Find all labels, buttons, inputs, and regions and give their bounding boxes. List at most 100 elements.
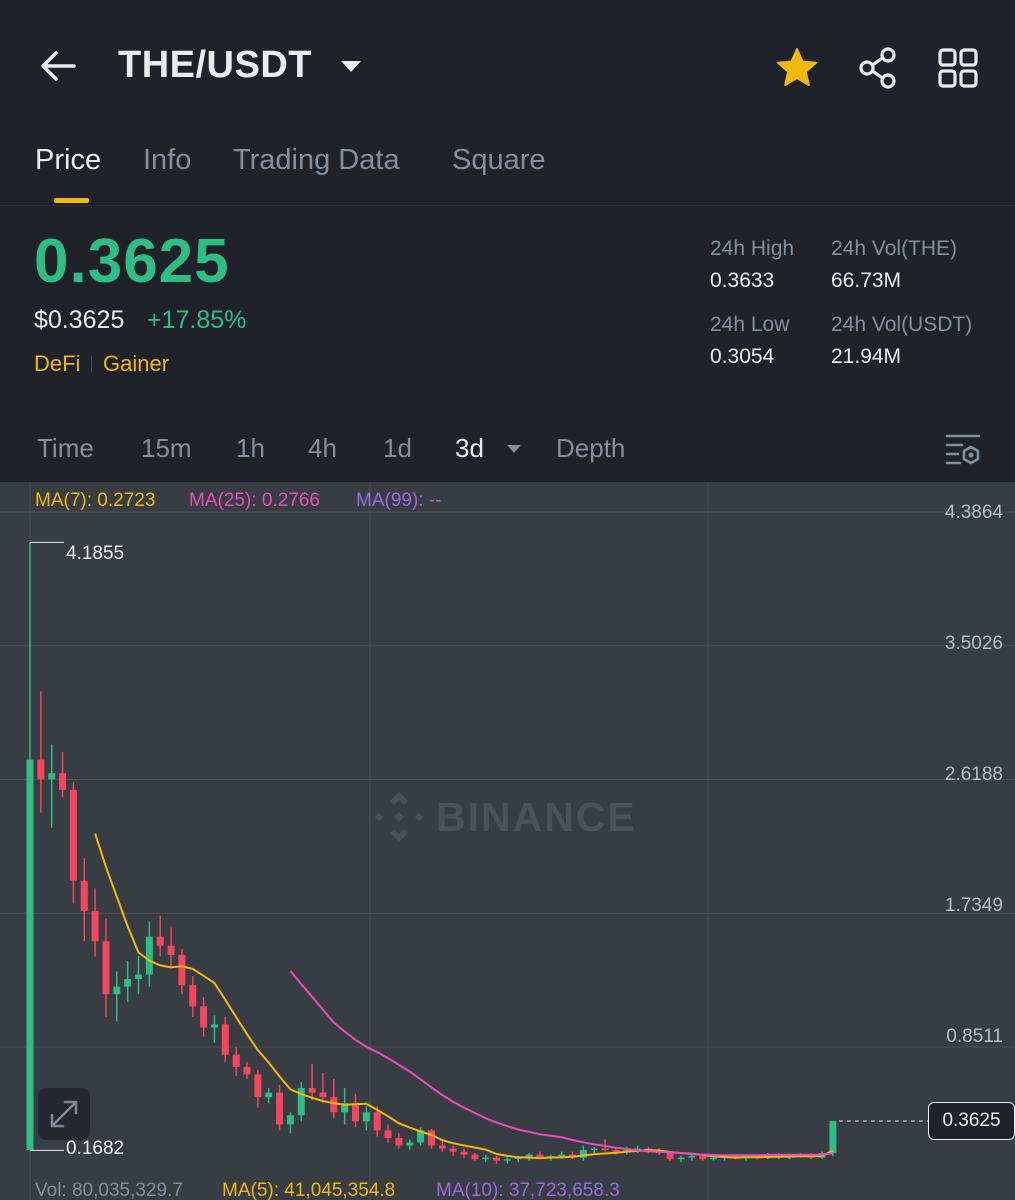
candle-body [135,974,142,980]
active-tab-indicator [54,198,89,203]
candle-body [210,1024,218,1028]
candle-body [254,1074,262,1098]
header: THE/USDT [0,0,1015,130]
vol-quote-label: 24h Vol(USDT) [831,313,973,336]
candle-body [69,789,77,881]
y-tick-label: 3.5026 [944,633,1003,654]
tab-info[interactable]: Info [143,144,191,177]
candle-body [406,1142,414,1146]
candle-body [699,1156,707,1160]
high-marker-label: 4.1855 [66,543,125,564]
interval-1d[interactable]: 1d [383,433,412,464]
candle-body [666,1153,674,1160]
candle-body [265,1092,273,1098]
binance-watermark: BINANCE [370,788,660,846]
price-usd: $0.3625 [34,306,125,334]
vol-ma10-legend: MA(10): 37,723,658.3 [436,1180,620,1200]
vol-base-label: 24h Vol(THE) [831,237,958,260]
watermark-text: BINANCE [436,794,637,840]
tab-trading-data[interactable]: Trading Data [233,144,400,177]
y-tick-label: 2.6188 [944,764,1003,785]
ma25-line [289,970,834,1157]
candle-body [710,1157,718,1160]
vol-quote-value: 21.94M [831,345,902,368]
candle-body [167,945,175,955]
candle-body [471,1154,479,1160]
low-value: 0.3054 [710,345,775,368]
candle-body [91,910,99,942]
chevron-down-icon[interactable] [338,56,364,76]
price-change: +17.85% [147,306,247,334]
ma7-legend: MA(7): 0.2723 [35,490,156,511]
interval-1h[interactable]: 1h [236,433,265,464]
candle-body [449,1148,457,1152]
candle-body [189,985,197,1007]
candle-body [145,936,153,975]
high-label: 24h High [710,237,795,260]
candle-body [352,1103,359,1122]
candle-body [612,1150,620,1152]
candle-body [601,1148,609,1151]
interval-depth[interactable]: Depth [556,433,625,464]
tag-gainer[interactable]: Gainer [103,351,169,377]
vol-legend: Vol: 80,035,329.7 [35,1180,183,1200]
candle-body [37,759,45,780]
current-price-label: 0.3625 [928,1102,1015,1140]
candle-body [178,954,186,986]
tab-price[interactable]: Price [35,144,101,177]
candle-body [688,1156,696,1158]
tag-defi[interactable]: DeFi [34,351,80,377]
candle-body [102,941,110,995]
interval-3d[interactable]: 3d [455,433,484,464]
candle-body [276,1092,284,1125]
candle-body [558,1154,566,1157]
candle-body [113,986,121,995]
vol-base-value: 66.73M [831,269,902,292]
star-icon[interactable] [774,46,820,90]
share-icon[interactable] [856,46,900,90]
low-label: 24h Low [710,313,790,336]
expand-icon[interactable] [38,1088,90,1140]
high-value: 0.3633 [710,269,775,292]
candle-body [427,1130,435,1146]
grid-icon[interactable] [936,46,980,90]
candle-body [362,1112,370,1122]
candlestick-chart[interactable]: BINANCE MA(7): 0.2723 MA(25): 0.2766 MA(… [0,482,1015,1200]
candle-body [80,880,88,911]
chevron-down-icon[interactable] [505,442,523,454]
chart-settings-icon[interactable] [944,430,982,468]
tab-bar: Price Info Trading Data Square [0,130,1015,206]
last-price: 0.3625 [34,227,230,296]
candle-body [232,1054,240,1067]
candle-body [59,773,67,790]
candle-body [482,1157,490,1160]
ma99-legend: MA(99): -- [356,490,442,511]
candle-body [438,1145,446,1149]
candle-body [829,1120,837,1154]
vol-ma5-legend: MA(5): 41,045,354.8 [222,1180,396,1200]
ma7-line [94,833,834,1160]
candle-body [395,1137,403,1146]
y-tick-label: 0.8511 [946,1026,1003,1047]
candle-body [221,1024,229,1055]
candle-body [503,1159,511,1161]
tag-divider [91,356,92,372]
interval-15m[interactable]: 15m [141,433,192,464]
candle-body [319,1092,327,1098]
interval-bar: Time 15m 1h 4h 1d 3d Depth [0,418,1015,480]
interval-4h[interactable]: 4h [308,433,337,464]
back-arrow-icon[interactable] [36,44,80,88]
candle-body [384,1130,392,1138]
candle-body [677,1157,685,1160]
y-tick-label: 4.3864 [944,502,1003,523]
candle-body [493,1157,501,1161]
tab-square[interactable]: Square [452,144,546,177]
ma25-legend: MA(25): 0.2766 [189,490,320,511]
interval-time[interactable]: Time [37,433,94,464]
pair-title[interactable]: THE/USDT [118,44,312,87]
candle-body [200,1006,208,1028]
low-marker-label: 0.1682 [66,1138,125,1159]
candle-body [124,979,132,987]
candle-body [330,1097,338,1113]
candle-body [308,1088,316,1093]
